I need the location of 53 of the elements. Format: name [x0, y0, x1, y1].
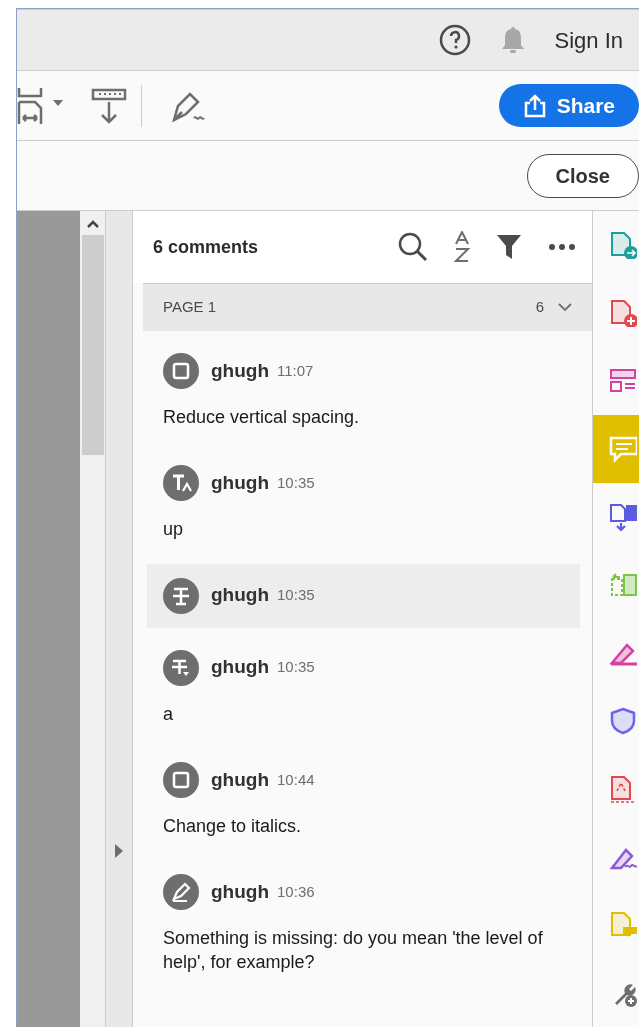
- comment-text: a: [163, 702, 174, 726]
- page-comment-count: 6: [535, 297, 544, 318]
- comment-time: 11:07: [277, 360, 314, 381]
- comment-text: Something is missing: do you mean 'the level of help', for example?: [163, 927, 544, 975]
- chevron-icon[interactable]: [558, 303, 572, 312]
- create-tool-icon[interactable]: [609, 299, 637, 327]
- sign-in-link[interactable]: Sign In: [554, 23, 623, 57]
- scrollbar[interactable]: [80, 211, 106, 1027]
- help-icon[interactable]: [438, 24, 471, 56]
- page-label: PAGE 1: [163, 297, 217, 318]
- combine-tool-icon[interactable]: [609, 503, 637, 531]
- expand-arrow-icon[interactable]: [114, 843, 124, 859]
- comment-time: 10:35: [277, 585, 315, 606]
- comment-count: 6 comments: [153, 235, 259, 259]
- page-layout-icon[interactable]: [17, 85, 63, 126]
- export-tool-icon[interactable]: [609, 231, 637, 259]
- comment-row[interactable]: ghugh 10:35: [147, 563, 580, 628]
- comment-author: ghugh: [211, 471, 270, 496]
- comment-author: ghugh: [211, 655, 270, 680]
- share-button[interactable]: Share: [498, 83, 639, 128]
- scroll-thumb[interactable]: [81, 235, 104, 455]
- filter-icon[interactable]: [496, 234, 522, 260]
- comment-text: up: [163, 518, 185, 542]
- pencil-avatar-icon: [163, 874, 199, 911]
- more-options-icon[interactable]: [548, 243, 576, 251]
- scroll-up-icon[interactable]: [85, 219, 100, 229]
- comment-text: Reduce vertical spacing.: [163, 406, 361, 429]
- strike-avatar-icon: [163, 577, 199, 614]
- comment-time: 10:35: [277, 657, 315, 678]
- comment-row[interactable]: ghugh 11:07 Reduce vertical spacing.: [147, 339, 580, 444]
- insert-avatar-icon: [163, 465, 199, 502]
- comment-row[interactable]: ghugh 10:44 Change to italics.: [147, 747, 580, 853]
- note-avatar-icon: [163, 761, 199, 798]
- comment-time: 10:36: [277, 881, 315, 902]
- close-button[interactable]: Close: [526, 153, 639, 198]
- comment-author: ghugh: [211, 767, 270, 792]
- page-group-header[interactable]: PAGE 1 6: [143, 283, 592, 331]
- share-icon: [522, 93, 547, 118]
- comment-time: 10:44: [277, 769, 315, 790]
- comment-row[interactable]: ghugh 10:36 Something is missing: do you mean 'the level of help', for example?: [147, 860, 580, 989]
- organize-tool-icon[interactable]: [609, 367, 637, 395]
- comment-time: 10:35: [277, 473, 315, 494]
- comment-author: ghugh: [211, 358, 270, 383]
- comment-text: Change to italics.: [163, 814, 303, 838]
- comment-author: ghugh: [211, 583, 270, 608]
- sort-az-icon[interactable]: [454, 231, 470, 263]
- search-icon[interactable]: [398, 232, 428, 262]
- protect-tool-icon[interactable]: [609, 707, 637, 735]
- comment-author: ghugh: [211, 879, 270, 904]
- comment-row[interactable]: ghugh 10:35 up: [147, 451, 580, 556]
- note-avatar-icon: [163, 353, 199, 389]
- replace-avatar-icon: [163, 649, 199, 686]
- comment-row[interactable]: ghugh 10:35 a: [147, 635, 580, 740]
